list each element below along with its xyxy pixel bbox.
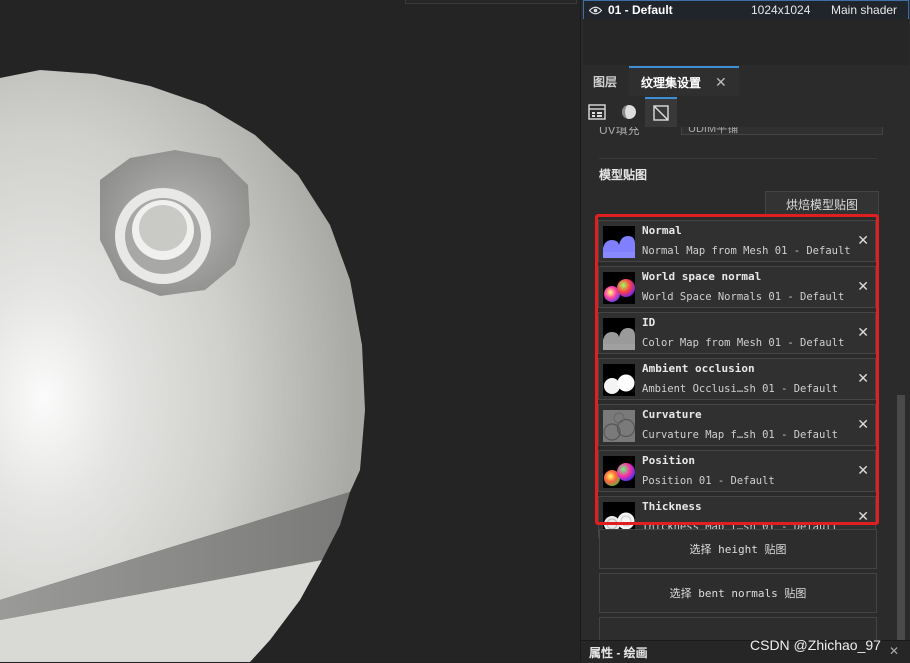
icon-tabs — [581, 97, 910, 127]
close-icon[interactable]: ✕ — [857, 232, 869, 249]
normal-map-thumbnail — [603, 226, 635, 258]
uv-padding-dropdown[interactable]: UDIM平铺 — [681, 127, 883, 135]
close-icon[interactable]: ✕ — [857, 278, 869, 295]
select-height-map-button[interactable]: 选择 height 贴图 — [599, 529, 877, 569]
ao-map-thumbnail — [603, 364, 635, 396]
texture-set-content: UV填充 UDIM平铺 模型贴图 烘焙模型贴图 Normal Normal Ma… — [581, 127, 893, 647]
curvature-map-thumbnail — [603, 410, 635, 442]
close-icon[interactable]: ✕ — [857, 324, 869, 341]
mesh-map-curvature[interactable]: Curvature Curvature Map f…sh 01 - Defaul… — [598, 404, 876, 446]
mesh-map-id[interactable]: ID Color Map from Mesh 01 - Default ✕ — [598, 312, 876, 354]
layer-row[interactable]: 01 - Default 1024x1024 Main shader — [583, 0, 909, 20]
bake-mesh-maps-button[interactable]: 烘焙模型贴图 — [765, 191, 879, 217]
panel-tabs: 图层 纹理集设置 ✕ — [581, 66, 910, 96]
layer-list-area — [583, 19, 909, 65]
sphere-model — [0, 70, 365, 662]
select-bent-normals-button[interactable]: 选择 bent normals 贴图 — [599, 573, 877, 613]
scrollbar[interactable] — [895, 127, 907, 647]
right-panel: 01 - Default 1024x1024 Main shader 图层 纹理… — [580, 0, 910, 663]
position-map-thumbnail — [603, 456, 635, 488]
tab-layers[interactable]: 图层 — [581, 66, 629, 96]
material-sphere-icon[interactable] — [613, 97, 645, 127]
mesh-map-normal[interactable]: Normal Normal Map from Mesh 01 - Default… — [598, 220, 876, 262]
uv-mesh-icon[interactable] — [645, 97, 677, 127]
close-icon[interactable]: ✕ — [715, 74, 727, 91]
mesh-map-position[interactable]: Position Position 01 - Default ✕ — [598, 450, 876, 492]
divider — [599, 158, 877, 159]
section-title: 模型贴图 — [599, 168, 648, 182]
layer-shader: Main shader — [831, 3, 898, 17]
texture-set-settings-icon[interactable] — [581, 97, 613, 127]
scrollbar-thumb[interactable] — [897, 395, 905, 643]
tab-texture-set-settings[interactable]: 纹理集设置 ✕ — [629, 66, 739, 96]
id-map-thumbnail — [603, 318, 635, 350]
close-icon[interactable]: ✕ — [857, 416, 869, 433]
watermark: CSDN @Zhichao_97 — [750, 637, 881, 653]
close-icon[interactable]: ✕ — [857, 462, 869, 479]
mesh-map-list: Normal Normal Map from Mesh 01 - Default… — [598, 220, 878, 542]
mesh-map-ambient-occlusion[interactable]: Ambient occlusion Ambient Occlusi…sh 01 … — [598, 358, 876, 400]
world-normal-thumbnail — [603, 272, 635, 304]
layer-resolution: 1024x1024 — [751, 3, 811, 17]
close-icon[interactable]: ✕ — [857, 370, 869, 387]
eye-icon[interactable] — [588, 3, 602, 17]
uv-padding-row: UV填充 UDIM平铺 — [599, 127, 883, 137]
mesh-map-world-space-normal[interactable]: World space normal World Space Normals 0… — [598, 266, 876, 308]
close-icon[interactable]: ✕ — [889, 644, 899, 658]
layer-name: 01 - Default — [608, 3, 673, 17]
viewport-3d[interactable] — [0, 0, 580, 662]
close-icon[interactable]: ✕ — [857, 508, 869, 525]
